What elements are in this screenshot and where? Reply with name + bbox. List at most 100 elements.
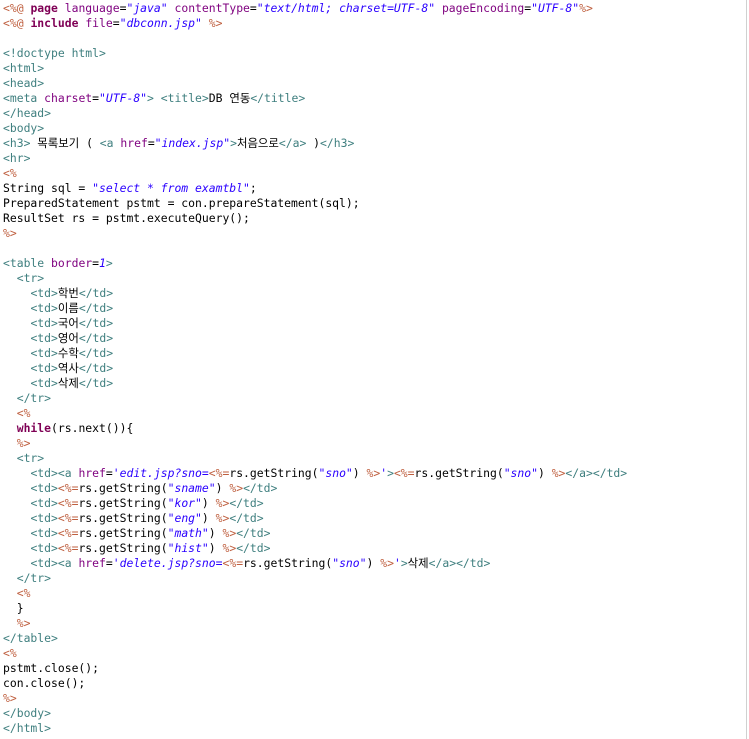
code-area[interactable]: <%@ page language="java" contentType="te… <box>0 0 746 736</box>
code-line: <td><a href='delete.jsp?sno=<%=rs.getStr… <box>3 556 746 571</box>
code-line: <% <box>3 586 746 601</box>
code-token: ) <box>306 136 321 150</box>
code-token: %> <box>366 466 381 480</box>
code-token: %> <box>16 616 31 630</box>
code-line: pstmt.close(); <box>3 661 746 676</box>
code-token: = <box>105 466 113 480</box>
code-line: %> <box>3 616 746 631</box>
code-token: ) <box>366 556 381 570</box>
code-token: <%= <box>57 496 79 510</box>
code-token: "math" <box>167 526 209 540</box>
code-token: <% <box>16 406 31 420</box>
code-line: <tr> <box>3 271 746 286</box>
code-token: <td> <box>30 286 58 300</box>
code-token: </tr> <box>16 571 52 585</box>
code-token: "kor" <box>167 496 202 510</box>
code-token: <td> <box>30 346 58 360</box>
code-token: contentType <box>174 1 250 15</box>
code-line: PreparedStatement pstmt = con.prepareSta… <box>3 196 746 211</box>
code-token: charset <box>44 91 93 105</box>
code-line: <td>영어</td> <box>3 331 746 346</box>
code-line: <head> <box>3 76 746 91</box>
code-token: = <box>92 256 100 270</box>
code-token: <!doctype html> <box>3 46 106 60</box>
code-token: <td> <box>30 316 58 330</box>
code-token: <td> <box>30 331 58 345</box>
code-token: 목록보기 ( <box>30 136 100 150</box>
code-line: <td><%=rs.getString("hist") %></td> <box>3 541 746 556</box>
code-token: <td> <box>30 541 58 555</box>
code-token: </tr> <box>16 391 52 405</box>
code-token: </td> <box>243 481 278 495</box>
code-token: = <box>249 1 257 15</box>
code-token: href <box>78 556 106 570</box>
code-token: con.close(); <box>3 676 86 690</box>
code-token: <td> <box>30 496 58 510</box>
code-token: <td> <box>30 511 58 525</box>
code-line: <% <box>3 406 746 421</box>
code-token: %> <box>222 526 237 540</box>
code-token: %> <box>579 1 593 15</box>
code-token: </td> <box>229 511 264 525</box>
code-token: String sql = <box>3 181 93 195</box>
code-token: </body> <box>3 706 52 720</box>
code-token: ) <box>201 511 216 525</box>
code-line: <td><a href='edit.jsp?sno=<%=rs.getStrin… <box>3 466 746 481</box>
code-token: > <box>400 556 408 570</box>
code-token: ) <box>208 541 223 555</box>
code-token: ) <box>208 526 223 540</box>
code-token: rs.getString( <box>78 541 168 555</box>
code-token: </td> <box>229 496 264 510</box>
code-token: file <box>85 16 113 30</box>
code-line: %> <box>3 436 746 451</box>
code-token: 'edit.jsp?sno= <box>112 466 209 480</box>
code-token: %> <box>380 556 394 570</box>
code-token: pageEncoding <box>441 1 525 15</box>
code-token: <a <box>99 136 121 150</box>
code-token: %> <box>3 691 17 705</box>
code-token: %> <box>215 511 230 525</box>
code-token: <% <box>3 166 17 180</box>
code-token: </td> <box>78 346 114 360</box>
code-line: </table> <box>3 631 746 646</box>
code-token: ) <box>201 496 216 510</box>
code-line: <table border=1> <box>3 256 746 271</box>
code-token: page <box>30 1 65 15</box>
code-token: <%= <box>393 466 415 480</box>
code-token: </a></td> <box>428 556 491 570</box>
code-token: %> <box>551 466 566 480</box>
code-line: <%@ page language="java" contentType="te… <box>3 1 746 16</box>
code-token: "sno" <box>318 466 353 480</box>
code-token: ) <box>352 466 367 480</box>
code-token: "sno" <box>503 466 538 480</box>
code-line: while(rs.next()){ <box>3 421 746 436</box>
code-token: <%@ <box>3 16 31 30</box>
code-token: <body> <box>3 121 45 135</box>
code-token: <% <box>3 646 17 660</box>
code-token: <td> <box>30 481 58 495</box>
code-token: border <box>51 256 93 270</box>
code-line: <td>역사</td> <box>3 361 746 376</box>
code-token: %> <box>215 496 230 510</box>
code-token: } <box>3 601 24 615</box>
code-line: ResultSet rs = pstmt.executeQuery(); <box>3 211 746 226</box>
code-editor[interactable]: <%@ page language="java" contentType="te… <box>0 0 747 739</box>
code-line: con.close(); <box>3 676 746 691</box>
code-line: } <box>3 601 746 616</box>
